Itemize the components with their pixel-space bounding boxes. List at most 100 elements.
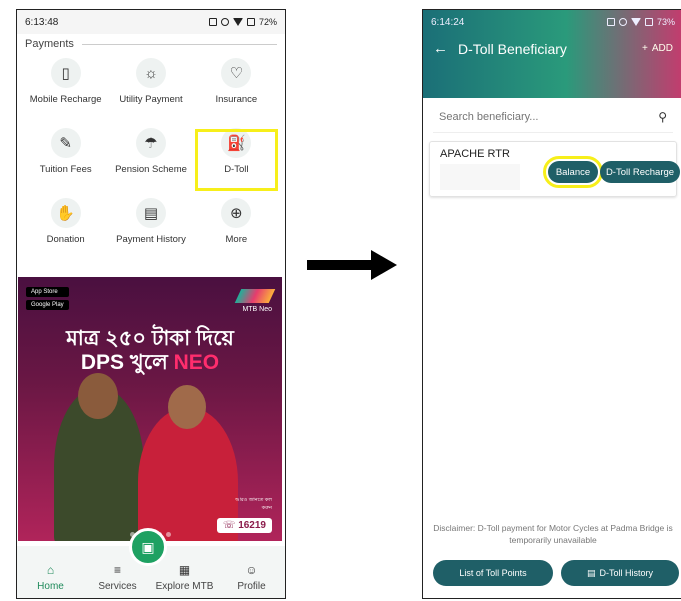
mobile-recharge-icon: ▯: [50, 58, 81, 88]
tile-donation[interactable]: ✋ Donation: [23, 198, 108, 262]
signal-icon: [644, 18, 653, 26]
nav-home[interactable]: ⌂ Home: [21, 563, 81, 592]
section-divider: [81, 43, 277, 45]
add-label: ADD: [651, 43, 673, 54]
tile-pension-scheme[interactable]: ☂ Pension Scheme: [108, 128, 193, 192]
banner-headline: মাত্র ২৫০ টাকা দিয়ে DPS খুলে NEO: [18, 327, 282, 375]
status-icons: 72%: [208, 17, 277, 27]
payment-history-icon: ▤: [135, 198, 166, 228]
more-icon: ⊕: [221, 198, 252, 228]
tile-payment-history[interactable]: ▤ Payment History: [108, 198, 193, 262]
bottom-actions: List of Toll Points ▤ D-Toll History: [433, 560, 679, 586]
signal-icon: [246, 18, 255, 26]
nav-label: Home: [37, 581, 64, 592]
page-title: D-Toll Beneficiary: [458, 40, 567, 57]
man-head: [78, 373, 118, 419]
banner-small-text: আরও জানতে কল করুন: [235, 497, 272, 511]
tile-label: Mobile Recharge: [29, 94, 102, 105]
tile-d-toll[interactable]: ⛽ D-Toll: [194, 128, 279, 192]
status-icons: 73%: [606, 17, 675, 27]
d-toll-recharge-button[interactable]: D-Toll Recharge: [600, 161, 680, 183]
nfc-icon: [606, 18, 615, 26]
home-icon: ⌂: [46, 563, 55, 577]
nav-label: Profile: [237, 581, 266, 592]
search-input[interactable]: [439, 111, 619, 123]
tile-tuition-fees[interactable]: ✎ Tuition Fees: [23, 128, 108, 192]
payments-section-title: Payments: [25, 38, 74, 50]
app-bar: ← D-Toll Beneficiary + ADD: [423, 34, 681, 63]
payments-grid: ▯ Mobile Recharge ☼ Utility Payment ♡ In…: [17, 50, 285, 262]
tile-label: Payment History: [116, 234, 186, 245]
status-time: 6:14:24: [431, 16, 465, 28]
nav-explore-mtb[interactable]: ▦ Explore MTB: [155, 563, 215, 592]
d-toll-history-button[interactable]: ▤ D-Toll History: [561, 560, 679, 586]
receipt-icon: ▤: [586, 567, 596, 578]
hotline-number: 16219: [238, 520, 266, 531]
search-bar: ⚲: [433, 106, 673, 133]
hotline-badge: ☏ 16219: [216, 518, 272, 533]
payments-section-header: Payments: [17, 34, 285, 50]
d-toll-icon: ⛽: [221, 128, 252, 158]
tile-insurance[interactable]: ♡ Insurance: [194, 58, 279, 122]
brand-logo: MTB Neo: [234, 289, 276, 313]
pension-scheme-icon: ☂: [135, 128, 166, 158]
beneficiary-name: APACHE RTR: [440, 148, 510, 160]
phone-screen-d-toll: 6:14:24 73% ← D-Toll Beneficiary +ADD ⚲ …: [422, 9, 681, 599]
beneficiary-details-redacted: [440, 164, 520, 190]
battery-level: 72%: [258, 17, 277, 27]
beneficiary-card[interactable]: APACHE RTR Balance D-Toll Recharge: [429, 141, 680, 197]
headline-line-2: DPS খুলে: [80, 351, 174, 374]
nfc-icon: [208, 18, 217, 26]
tile-more[interactable]: ⊕ More: [194, 198, 279, 262]
list-of-toll-points-button[interactable]: List of Toll Points: [433, 560, 553, 586]
utility-payment-icon: ☼: [135, 58, 166, 88]
toll-history-label: D-Toll History: [599, 568, 654, 578]
headline-neo: NEO: [173, 351, 220, 374]
vibrate-icon: [618, 18, 627, 26]
wifi-icon: [232, 18, 243, 26]
disclaimer-text: Disclaimer: D-Toll payment for Motor Cyc…: [433, 523, 673, 545]
tile-mobile-recharge[interactable]: ▯ Mobile Recharge: [23, 58, 108, 122]
google-play-badge: Google Play: [26, 300, 69, 310]
transition-arrow-icon: [307, 250, 397, 280]
toll-points-label: List of Toll Points: [459, 568, 527, 578]
tile-label: Insurance: [215, 94, 258, 105]
phone-screen-payments: 6:13:48 72% Payments ▯ Mobile Recharge ☼…: [16, 9, 286, 599]
tile-label: Pension Scheme: [115, 164, 187, 175]
tile-label: More: [225, 234, 248, 245]
nav-label: Services: [98, 581, 137, 592]
insurance-icon: ♡: [221, 58, 252, 88]
donation-icon: ✋: [50, 198, 81, 228]
bottom-navigation: ▣ ⌂ Home ≡ Services ▦ Explore MTB ☺ Prof…: [17, 528, 285, 598]
explore-icon: ▦: [178, 563, 191, 577]
search-icon[interactable]: ⚲: [658, 110, 667, 124]
status-time: 6:13:48: [25, 16, 59, 28]
back-arrow-icon[interactable]: ←: [433, 40, 448, 57]
app-store-badge: App Store: [26, 287, 69, 297]
profile-icon: ☺: [245, 563, 258, 577]
promo-banner[interactable]: App Store Google Play MTB Neo মাত্র ২৫০ …: [18, 277, 282, 541]
status-bar: 6:14:24 73%: [423, 10, 681, 34]
add-button[interactable]: + ADD: [642, 43, 673, 54]
tile-label: Utility Payment: [119, 94, 183, 105]
mtb-neo-logo-icon: [234, 289, 276, 303]
headline-line-1: মাত্র ২৫০ টাকা দিয়ে: [66, 327, 234, 350]
nav-label: Explore MTB: [155, 581, 214, 592]
nav-services[interactable]: ≡ Services: [88, 563, 148, 592]
battery-level: 73%: [656, 17, 675, 27]
tile-label: D-Toll: [224, 164, 249, 175]
services-icon: ≡: [113, 563, 121, 577]
wifi-icon: [630, 18, 641, 26]
app-header: 6:14:24 73% ← D-Toll Beneficiary + ADD: [423, 10, 681, 98]
balance-button[interactable]: Balance: [543, 156, 603, 188]
woman-head: [168, 385, 206, 429]
qr-icon: ▣: [141, 538, 155, 555]
tile-utility-payment[interactable]: ☼ Utility Payment: [108, 58, 193, 122]
nav-profile[interactable]: ☺ Profile: [222, 563, 282, 592]
store-badges: App Store Google Play: [26, 287, 69, 310]
plus-icon: +: [642, 43, 648, 54]
tile-label: Tuition Fees: [39, 164, 92, 175]
brand-name: MTB Neo: [242, 306, 272, 313]
qr-scan-button[interactable]: ▣: [129, 528, 167, 566]
status-bar: 6:13:48 72%: [17, 10, 285, 34]
